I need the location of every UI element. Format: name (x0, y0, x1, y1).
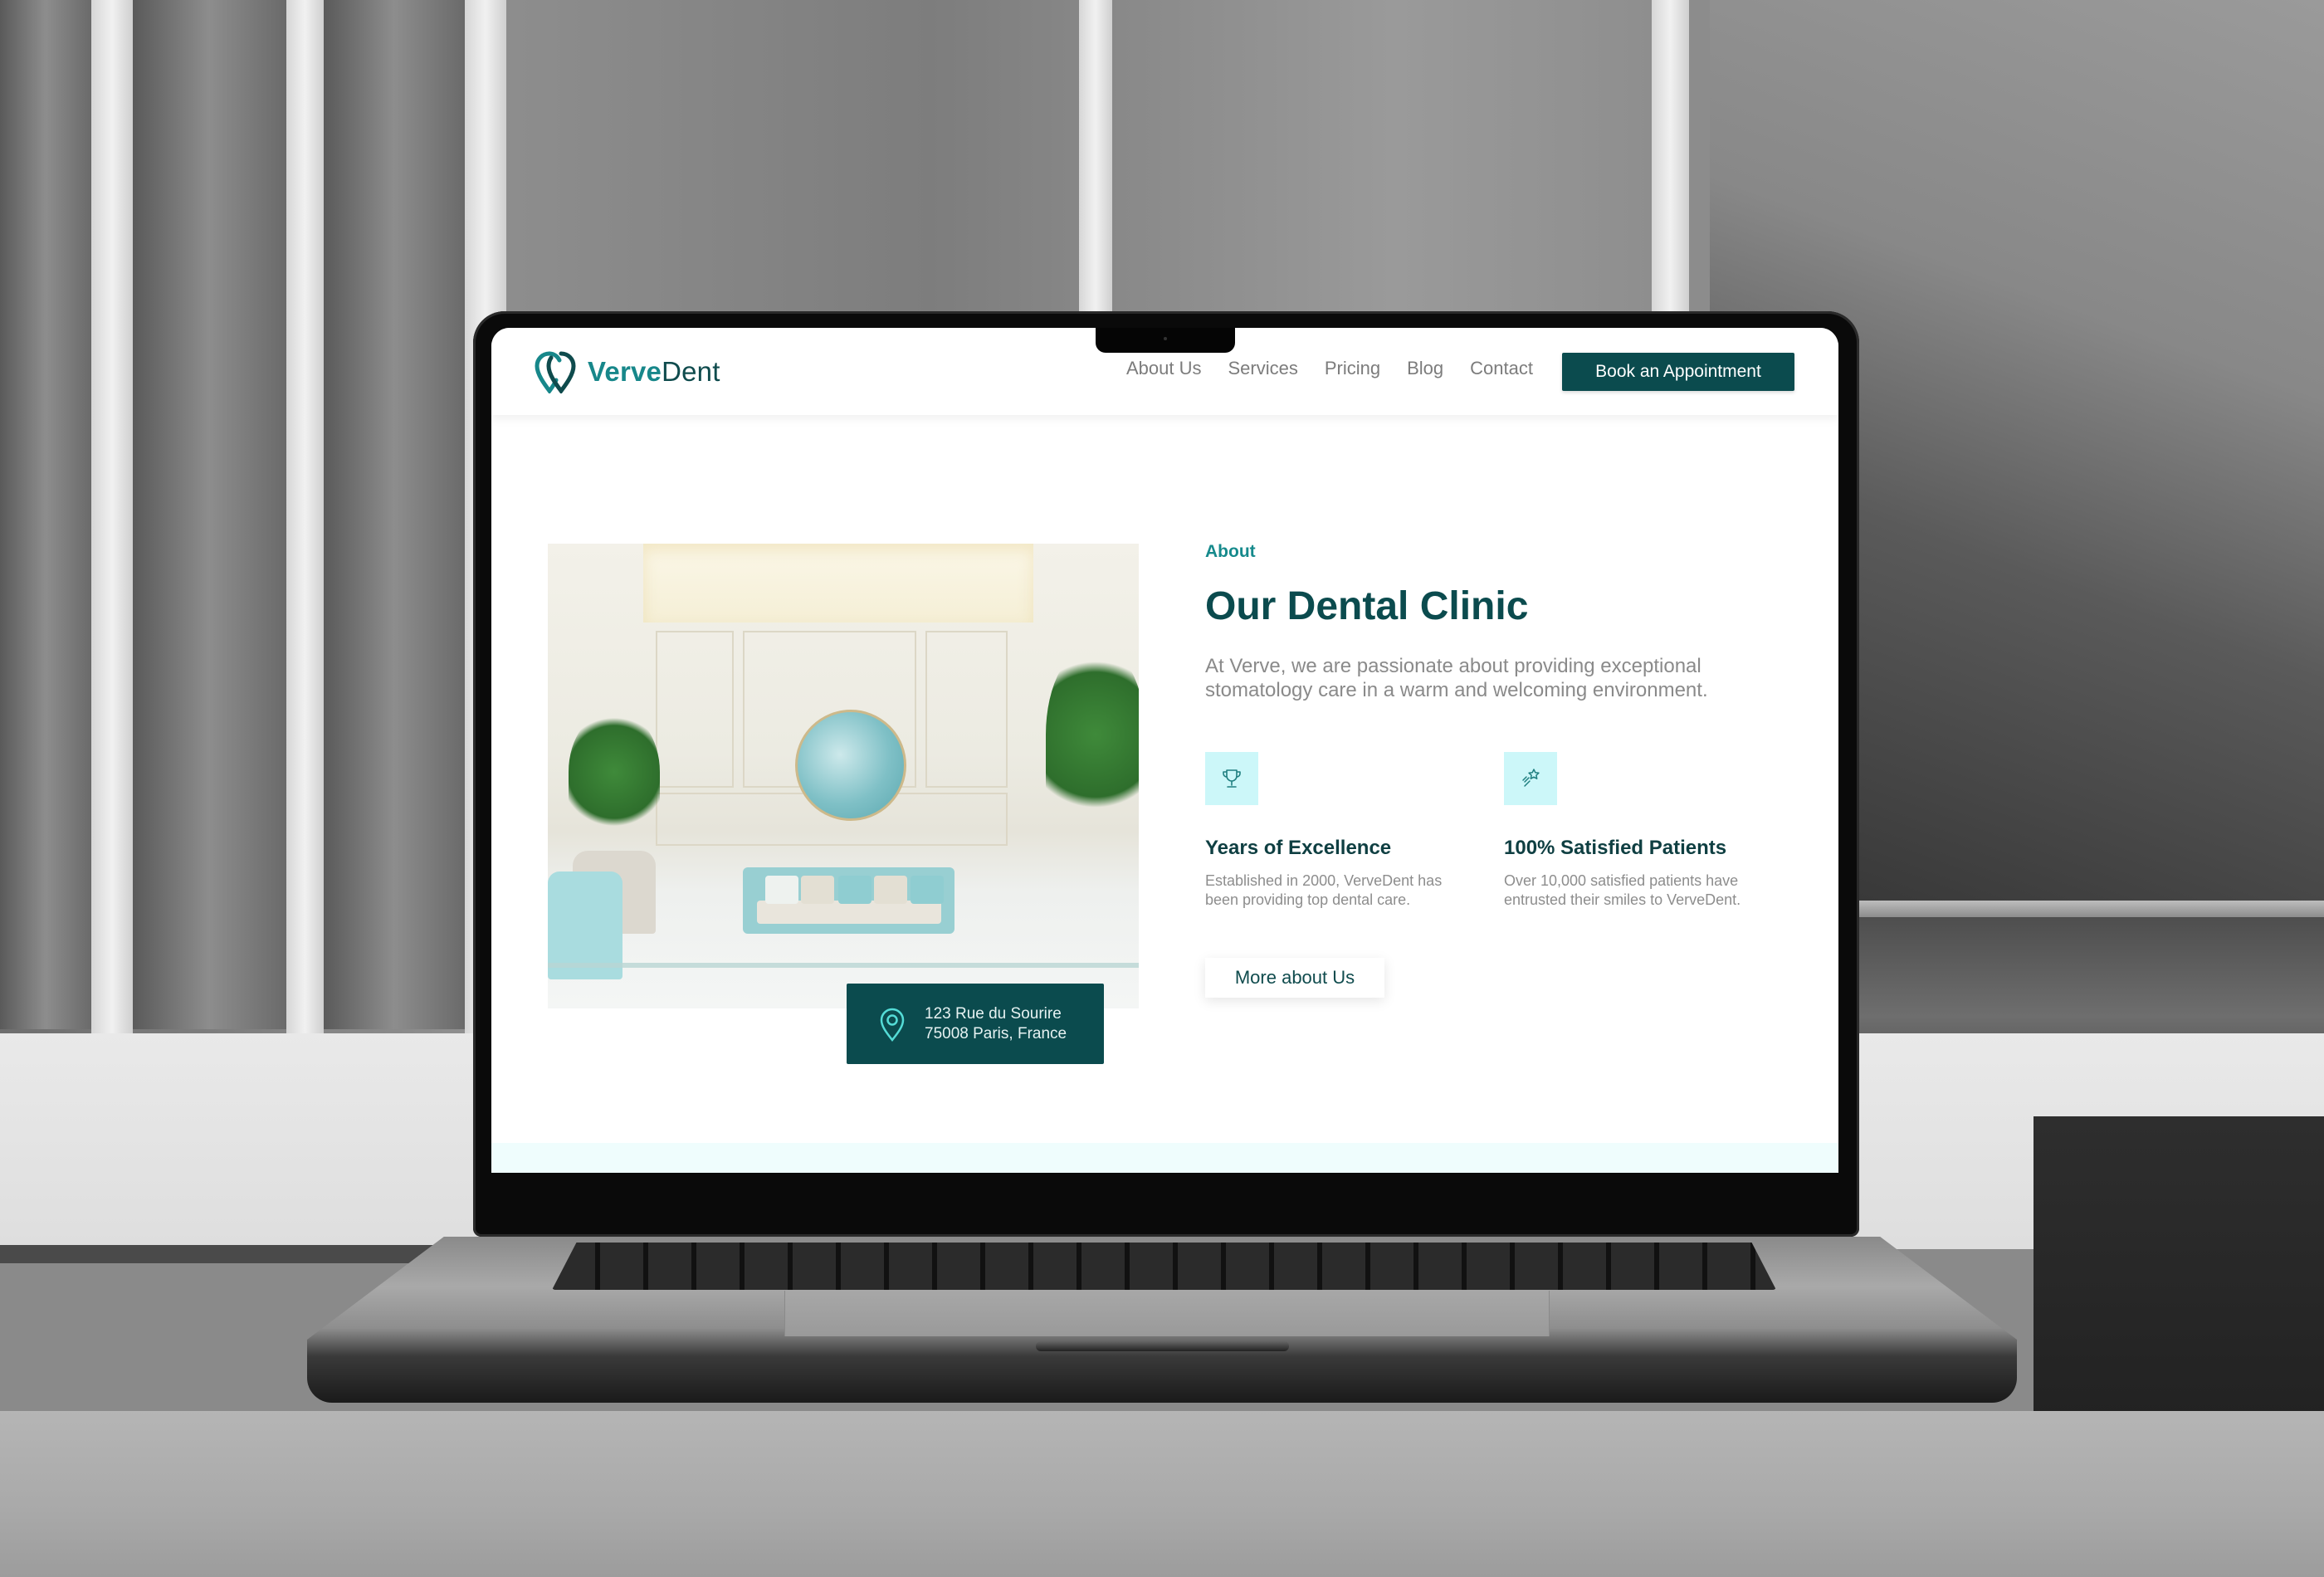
photo-wall-panel (656, 631, 734, 788)
brand-name-part1: Verve (588, 356, 662, 387)
clinic-photo (548, 544, 1139, 1008)
map-pin-icon (880, 1008, 905, 1042)
laptop-trackpad (784, 1291, 1550, 1336)
feature-desc: Over 10,000 satisfied patients have entr… (1504, 872, 1741, 908)
section-lede: At Verve, we are passionate about provid… (1205, 655, 1708, 701)
section-eyebrow: About (1205, 542, 1256, 561)
background-shelf (1851, 901, 2324, 917)
laptop-lid-notch (1036, 1341, 1289, 1351)
nav-pricing[interactable]: Pricing (1325, 358, 1380, 379)
photo-sofa-seat (757, 901, 941, 924)
photo-wall-art (795, 710, 906, 821)
camera-icon (1164, 337, 1167, 340)
nav-contact[interactable]: Contact (1470, 358, 1533, 379)
photo-floor-inlay (548, 963, 1139, 968)
about-section: About Our Dental Clinic At Verve, we are… (1205, 542, 1803, 998)
table-front (0, 1411, 2324, 1577)
laptop-keyboard (552, 1243, 1776, 1290)
feature-icon-box (1205, 752, 1258, 805)
photo-cushion (801, 876, 834, 904)
logo-icon (535, 351, 576, 393)
address-line-2: 75008 Paris, France (925, 1024, 1067, 1042)
feature-title: Years of Excellence (1205, 837, 1392, 859)
photo-cushion (874, 876, 907, 904)
photo-plant-left (569, 710, 660, 834)
wall-groove (324, 0, 465, 1029)
nav-about-us[interactable]: About Us (1126, 358, 1202, 379)
nav-services[interactable]: Services (1228, 358, 1298, 379)
address-text: 123 Rue du Sourire 75008 Paris, France (925, 1004, 1067, 1044)
brand-logo[interactable]: VerveDent (535, 350, 720, 393)
feature-list: Years of Excellence Established in 2000,… (1205, 752, 1803, 910)
photo-cushion (765, 876, 798, 904)
photo-plant-right (1046, 643, 1139, 826)
wall-pillar (1652, 0, 1689, 315)
wall-groove (0, 0, 91, 1029)
book-appointment-button[interactable]: Book an Appointment (1562, 353, 1794, 391)
next-section-edge (491, 1143, 1838, 1173)
camera-notch (1096, 328, 1235, 353)
brand-name: VerveDent (588, 356, 720, 388)
feature-icon-box (1504, 752, 1557, 805)
photo-wall-panel (925, 631, 1008, 788)
photo-cushion (911, 876, 944, 904)
brand-name-part2: Dent (662, 356, 720, 387)
feature-item: 100% Satisfied Patients Over 10,000 sati… (1504, 752, 1803, 910)
wall-pillar (286, 0, 324, 1033)
section-title: Our Dental Clinic (1205, 584, 1529, 628)
laptop-screen: VerveDent About Us Services Pricing Blog… (491, 328, 1838, 1173)
more-about-us-button[interactable]: More about Us (1205, 958, 1384, 998)
trophy-icon (1223, 769, 1241, 788)
wall-pillar (91, 0, 133, 1033)
nav-blog[interactable]: Blog (1407, 358, 1443, 379)
feature-title: 100% Satisfied Patients (1504, 837, 1727, 859)
main-nav: About Us Services Pricing Blog Contact (1126, 358, 1533, 379)
feature-desc: Established in 2000, VerveDent has been … (1205, 872, 1443, 908)
photo-cushion (838, 876, 872, 904)
address-line-1: 123 Rue du Sourire (925, 1004, 1062, 1023)
feature-item: Years of Excellence Established in 2000,… (1205, 752, 1504, 910)
wall-groove (133, 0, 286, 1029)
shooting-star-icon (1522, 769, 1540, 787)
address-card: 123 Rue du Sourire 75008 Paris, France (847, 984, 1104, 1064)
wall-pillar (1079, 0, 1112, 315)
photo-ceiling (643, 544, 1033, 622)
